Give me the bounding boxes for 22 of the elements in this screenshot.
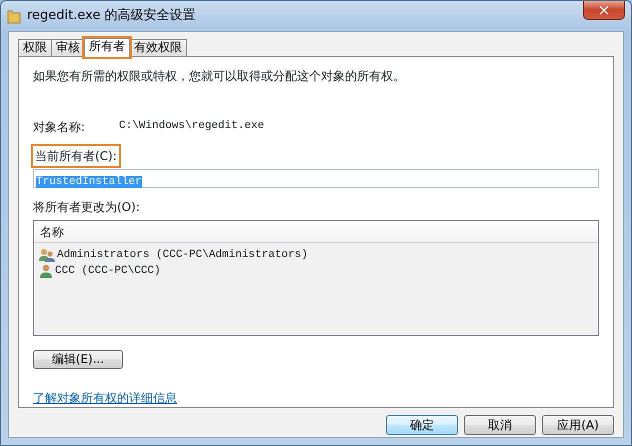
object-name-value: C:\Windows\regedit.exe — [119, 119, 264, 134]
users-icon — [39, 248, 55, 262]
tab[interactable]: 有效权限 — [129, 39, 187, 56]
user-icon — [39, 264, 53, 278]
object-name-label: 对象名称: — [33, 119, 86, 136]
close-button[interactable]: × — [583, 1, 625, 20]
dialog-button[interactable]: 取消 — [464, 415, 536, 435]
tab[interactable]: 审核 — [51, 39, 85, 56]
window-title: regedit.exe 的高级安全设置 — [27, 7, 196, 26]
change-owner-label: 将所有者更改为(O): — [33, 199, 141, 216]
description-text: 如果您有所需的权限或特权，您就可以取得或分配这个对象的所有权。 — [33, 68, 406, 85]
current-owner-label: 当前所有者(C): — [33, 146, 119, 166]
column-header: 名称 — [40, 225, 64, 239]
folder-icon — [7, 8, 21, 24]
edit-button[interactable]: 编辑(E)... — [33, 350, 123, 369]
dialog-button[interactable]: 确定 — [386, 415, 458, 435]
tab[interactable]: 所有者 — [84, 38, 130, 57]
dialog-button[interactable]: 应用(A) — [542, 415, 614, 435]
list-item[interactable]: CCC (CCC-PC\CCC) — [34, 263, 598, 279]
list-item[interactable]: Administrators (CCC-PC\Administrators) — [34, 247, 598, 263]
details-link[interactable]: 了解对象所有权的详细信息 — [33, 391, 177, 405]
tab[interactable]: 权限 — [18, 39, 52, 56]
